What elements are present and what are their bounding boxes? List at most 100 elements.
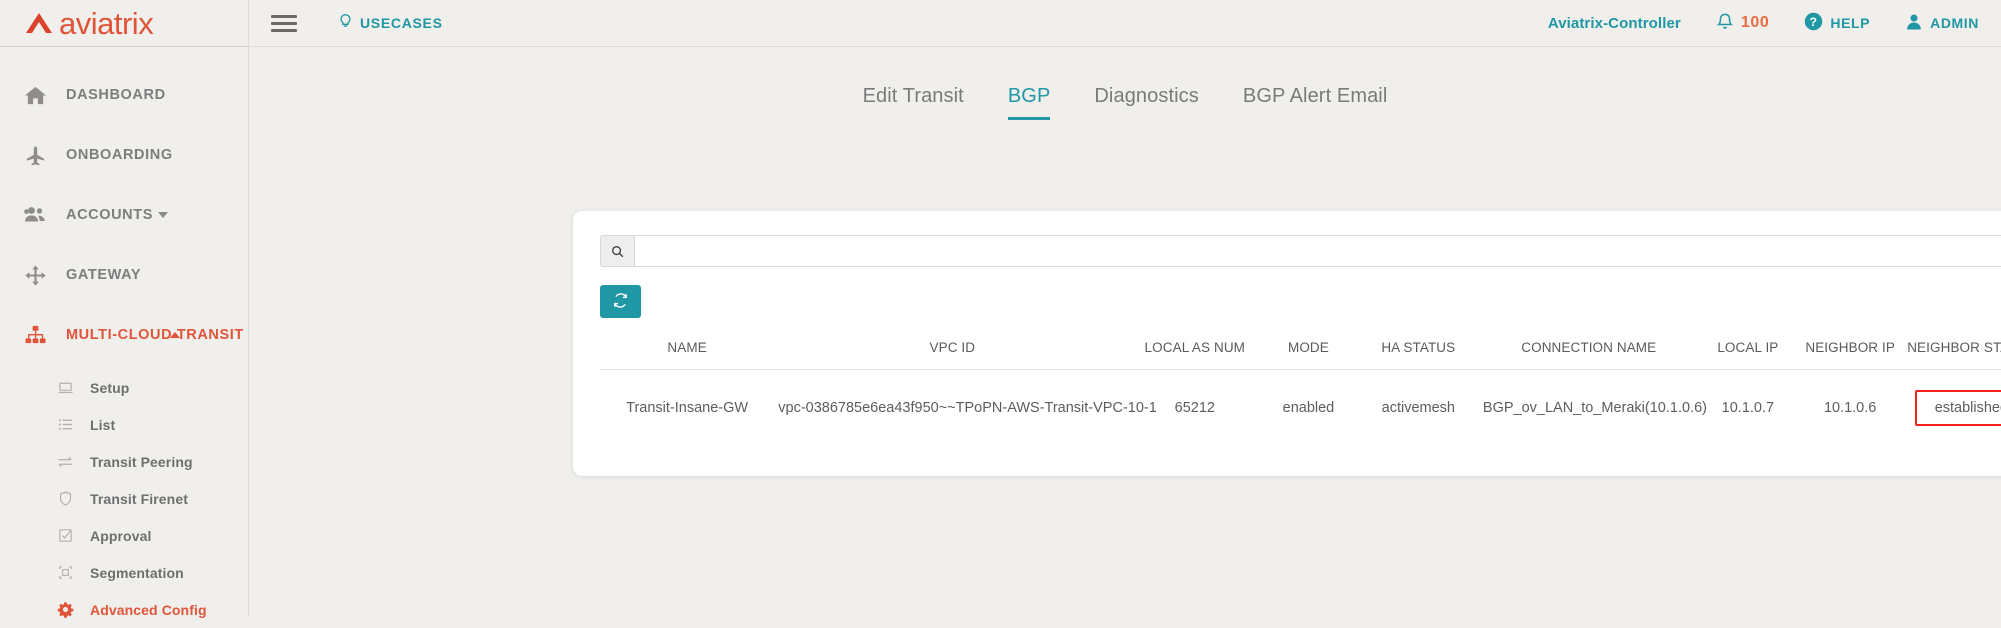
cell-connection-name: BGP_ov_LAN_to_Meraki(10.1.0.6) xyxy=(1482,400,1707,416)
segmentation-icon xyxy=(52,564,78,581)
cell-vpc-id: vpc-0386785e6ea43f950~~TPoPN-AWS-Transit… xyxy=(778,400,1157,416)
sidebar-item-accounts[interactable]: ACCOUNTS xyxy=(0,185,248,245)
list-icon xyxy=(52,416,78,433)
cell-local-ip: 10.1.0.7 xyxy=(1721,400,1775,416)
hamburger-line xyxy=(271,14,297,18)
sidebar: aviatrix DASHBOARD ONBOARDING ACCOUNTS G… xyxy=(0,0,249,618)
users-icon xyxy=(18,203,52,227)
user-menu-button[interactable]: ADMIN xyxy=(1904,12,1979,35)
sidebar-item-transit-peering[interactable]: Transit Peering xyxy=(0,443,248,480)
sidebar-subitem-label: Transit Firenet xyxy=(90,490,188,507)
help-button[interactable]: ? HELP xyxy=(1803,11,1870,35)
bgp-panel: NAME VPC ID LOCAL AS NUM MODE HA STATUS … xyxy=(573,211,2001,476)
sidebar-item-setup[interactable]: Setup xyxy=(0,369,248,406)
column-header-vpc-id[interactable]: VPC ID xyxy=(774,340,1130,370)
refresh-icon xyxy=(612,292,629,312)
usecases-label: USECASES xyxy=(360,15,443,31)
tab-diagnostics[interactable]: Diagnostics xyxy=(1094,85,1198,120)
sidebar-item-list[interactable]: List xyxy=(0,406,248,443)
chevron-down-icon[interactable] xyxy=(158,212,168,218)
sidebar-item-label: GATEWAY xyxy=(66,267,142,283)
sidebar-item-label: DASHBOARD xyxy=(66,87,166,103)
brand-logo[interactable]: aviatrix xyxy=(0,0,248,47)
cell-neighbor-status: established xyxy=(1903,370,2001,447)
column-header-mode[interactable]: MODE xyxy=(1259,340,1358,370)
sidebar-item-dashboard[interactable]: DASHBOARD xyxy=(0,65,248,125)
column-header-connection-name[interactable]: CONNECTION NAME xyxy=(1479,340,1699,370)
sidebar-subitem-label: Advanced Config xyxy=(90,601,207,618)
cell-mode: enabled xyxy=(1282,400,1335,416)
tab-bar: Edit Transit BGP Diagnostics BGP Alert E… xyxy=(249,47,2001,120)
sidebar-item-segmentation[interactable]: Segmentation xyxy=(0,554,248,591)
column-header-name[interactable]: NAME xyxy=(600,340,774,370)
exchange-icon xyxy=(52,453,78,471)
brand-name: aviatrix xyxy=(59,5,154,41)
sidebar-item-advanced-config[interactable]: Advanced Config xyxy=(0,591,248,628)
user-label: ADMIN xyxy=(1930,15,1979,31)
sidebar-subnav: Setup List Transit Peering Transit Firen… xyxy=(0,365,248,628)
sidebar-subitem-label: Segmentation xyxy=(90,564,184,581)
table-row[interactable]: Transit-Insane-GW vpc-0386785e6ea43f950~… xyxy=(600,370,2001,447)
search-icon xyxy=(600,235,634,267)
check-square-icon xyxy=(52,527,78,544)
topbar-right-group: Aviatrix-Controller 100 ? HELP ADMIN xyxy=(1548,11,2001,35)
sidebar-item-onboarding[interactable]: ONBOARDING xyxy=(0,125,248,185)
table-body: Transit-Insane-GW vpc-0386785e6ea43f950~… xyxy=(600,370,2001,447)
help-label: HELP xyxy=(1830,15,1871,31)
neighbor-status-highlight: established xyxy=(1914,390,2001,426)
shield-icon xyxy=(52,490,78,507)
home-icon xyxy=(18,84,52,107)
sidebar-item-multi-cloud-transit[interactable]: MULTI-CLOUD TRANSIT xyxy=(0,305,248,365)
chevron-up-icon[interactable] xyxy=(170,332,180,338)
column-header-local-as-num[interactable]: LOCAL AS NUM xyxy=(1130,340,1259,370)
search-box xyxy=(600,235,2001,267)
lightbulb-icon xyxy=(337,13,354,33)
sidebar-item-transit-firenet[interactable]: Transit Firenet xyxy=(0,480,248,517)
tab-bgp[interactable]: BGP xyxy=(1007,85,1051,120)
sidebar-subitem-label: Approval xyxy=(90,527,152,544)
sidebar-subitem-label: Transit Peering xyxy=(90,453,193,470)
hamburger-icon[interactable] xyxy=(271,11,297,36)
aviatrix-chevron-icon xyxy=(22,10,56,36)
bgp-table: NAME VPC ID LOCAL AS NUM MODE HA STATUS … xyxy=(600,340,2001,446)
sidebar-subitem-label: List xyxy=(90,416,116,433)
sidebar-item-approval[interactable]: Approval xyxy=(0,517,248,554)
column-header-local-ip[interactable]: LOCAL IP xyxy=(1699,340,1798,370)
laptop-icon xyxy=(52,379,78,396)
notifications-button[interactable]: 100 xyxy=(1715,12,1770,35)
question-circle-icon: ? xyxy=(1803,11,1824,35)
main-area: USECASES Aviatrix-Controller 100 ? HELP … xyxy=(249,0,2001,617)
table-header-row: NAME VPC ID LOCAL AS NUM MODE HA STATUS … xyxy=(600,340,2001,370)
airplane-icon xyxy=(18,144,52,167)
sitemap-icon xyxy=(18,324,52,347)
move-arrows-icon xyxy=(18,264,52,287)
user-icon xyxy=(1904,12,1924,35)
sidebar-item-label: ONBOARDING xyxy=(66,147,173,163)
search-input[interactable] xyxy=(634,235,2001,267)
sidebar-main-nav: DASHBOARD ONBOARDING ACCOUNTS GATEWAY MU… xyxy=(0,47,248,365)
bell-icon xyxy=(1715,12,1735,35)
sidebar-item-label: MULTI-CLOUD TRANSIT xyxy=(66,327,244,343)
cell-name: Transit-Insane-GW xyxy=(626,400,749,416)
usecases-button[interactable]: USECASES xyxy=(337,13,443,33)
hamburger-line xyxy=(271,21,297,25)
app-root: aviatrix DASHBOARD ONBOARDING ACCOUNTS G… xyxy=(0,0,2001,618)
sidebar-subitem-label: Setup xyxy=(90,379,130,396)
top-bar: USECASES Aviatrix-Controller 100 ? HELP … xyxy=(249,0,2001,47)
sidebar-item-label: ACCOUNTS xyxy=(66,207,153,223)
tab-bgp-alert-email[interactable]: BGP Alert Email xyxy=(1243,85,1388,120)
refresh-button[interactable] xyxy=(600,285,641,318)
column-header-neighbor-ip[interactable]: NEIGHBOR IP xyxy=(1797,340,1903,370)
notification-count: 100 xyxy=(1740,14,1770,31)
gear-icon xyxy=(52,601,78,618)
hamburger-line xyxy=(271,28,297,32)
sidebar-item-gateway[interactable]: GATEWAY xyxy=(0,245,248,305)
svg-text:?: ? xyxy=(1810,15,1818,29)
tab-edit-transit[interactable]: Edit Transit xyxy=(863,85,964,120)
controller-name[interactable]: Aviatrix-Controller xyxy=(1548,15,1681,32)
table-head: NAME VPC ID LOCAL AS NUM MODE HA STATUS … xyxy=(600,340,2001,370)
cell-ha-status: activemesh xyxy=(1381,400,1455,416)
column-header-neighbor-status[interactable]: NEIGHBOR STATUS xyxy=(1903,340,2001,370)
column-header-ha-status[interactable]: HA STATUS xyxy=(1358,340,1479,370)
search-row xyxy=(600,235,2001,267)
